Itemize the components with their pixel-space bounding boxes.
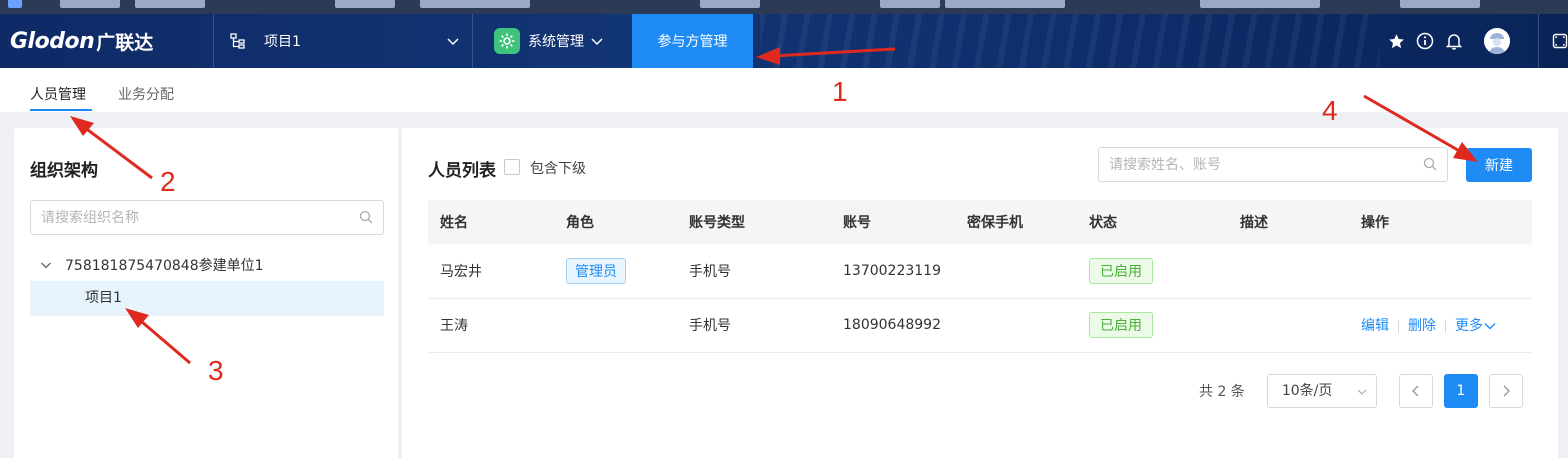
column-header: 状态 [1089, 215, 1117, 231]
table-row: 王涛 手机号 18090648992 已启用 编辑 删除 更多 [428, 298, 1532, 352]
cell-phone [955, 244, 1077, 298]
chevron-right-icon [1503, 385, 1510, 397]
op-divider [1445, 319, 1446, 333]
cell-account-type: 手机号 [689, 318, 731, 334]
chevron-left-icon [1411, 385, 1419, 397]
personnel-list-panel: 人员列表 包含下级 新建 姓名 角色 账号类型 账号 密保手机 状态 描述 操作 [402, 128, 1558, 458]
search-icon[interactable] [1423, 157, 1437, 171]
org-search-box [30, 200, 384, 235]
include-sub-checkbox[interactable] [504, 159, 520, 175]
nav-divider [213, 14, 214, 68]
cell-account: 18090648992 [843, 317, 941, 333]
delete-link[interactable]: 删除 [1408, 318, 1436, 334]
page-number-current[interactable]: 1 [1443, 374, 1478, 408]
column-header: 操作 [1361, 215, 1389, 231]
next-page-button[interactable] [1488, 374, 1523, 408]
tree-node-root[interactable]: 758181875470848参建单位1 [40, 255, 264, 275]
column-header: 账号类型 [689, 215, 745, 231]
tab-personnel-management[interactable]: 人员管理 [30, 84, 86, 104]
cell-name: 王涛 [440, 318, 468, 334]
annotation-number: 3 [208, 355, 224, 386]
tree-node-project[interactable]: 项目1 [30, 281, 384, 316]
pagination: 共 2 条 10条/页 1 [1199, 374, 1523, 408]
annotation-number: 2 [160, 166, 176, 197]
bell-icon[interactable] [1445, 32, 1463, 50]
cell-role: 管理员 [554, 244, 677, 298]
chevron-down-icon [1357, 389, 1367, 395]
info-icon[interactable] [1416, 32, 1434, 50]
cell-status: 已启用 [1077, 298, 1228, 352]
nav-icon-group [1387, 14, 1568, 68]
participant-management-tab[interactable]: 参与方管理 [632, 14, 753, 68]
cell-role [554, 298, 677, 352]
org-structure-panel: 组织架构 758181875470848参建单位1 项目1 [14, 128, 398, 458]
avatar[interactable] [1484, 28, 1510, 54]
system-management-label: 系统管理 [528, 34, 584, 50]
chevron-down-icon[interactable] [40, 259, 52, 271]
status-badge: 已启用 [1089, 257, 1153, 284]
project-selector-label: 项目1 [264, 34, 301, 50]
column-header: 账号 [843, 215, 871, 231]
chevron-down-icon [447, 38, 459, 46]
nav-divider [472, 14, 473, 68]
more-link[interactable]: 更多 [1455, 318, 1483, 334]
page-size-select[interactable]: 10条/页 [1266, 374, 1377, 408]
tree-node-root-label: 758181875470848参建单位1 [65, 258, 264, 274]
personnel-search-box [1098, 147, 1448, 182]
table-header-row: 姓名 角色 账号类型 账号 密保手机 状态 描述 操作 [428, 200, 1532, 244]
personnel-list-title: 人员列表 [428, 161, 496, 181]
status-badge: 已启用 [1089, 312, 1153, 338]
page-size-value: 10条/页 [1281, 383, 1333, 399]
cell-account-type: 手机号 [689, 263, 731, 280]
project-selector[interactable]: 项目1 [230, 14, 470, 68]
org-structure-title: 组织架构 [30, 161, 98, 181]
cell-description [1228, 244, 1349, 298]
star-icon[interactable] [1387, 32, 1405, 50]
prev-page-button[interactable] [1398, 374, 1433, 408]
annotation-number: 1 [832, 76, 848, 107]
cell-status: 已启用 [1077, 244, 1228, 298]
system-management-menu[interactable]: 系统管理 [494, 14, 630, 68]
table-row: 马宏井 管理员 手机号 13700223119 已启用 [428, 244, 1532, 298]
column-header: 角色 [566, 215, 594, 231]
cell-operations [1349, 244, 1532, 298]
top-navbar: Glodon 广联达 项目1 系统管理 参与方管理 [0, 14, 1568, 68]
cell-name: 马宏井 [440, 263, 482, 280]
browser-bookmark-strip [0, 0, 1568, 14]
active-tab-indicator [30, 109, 92, 111]
personnel-table: 姓名 角色 账号类型 账号 密保手机 状态 描述 操作 马宏井 管理员 手机号 … [428, 200, 1532, 353]
cell-phone [955, 298, 1077, 352]
total-count: 共 2 条 [1199, 384, 1245, 400]
column-header: 描述 [1240, 215, 1268, 231]
column-header: 密保手机 [967, 215, 1023, 231]
role-tag: 管理员 [566, 257, 626, 284]
tab-business-assignment[interactable]: 业务分配 [118, 84, 174, 104]
annotation-number: 4 [1322, 95, 1338, 126]
org-search-input[interactable] [31, 201, 383, 234]
new-button[interactable]: 新建 [1466, 148, 1532, 182]
cell-description [1228, 298, 1349, 352]
cell-account: 13700223119 [843, 262, 941, 279]
brand-logo[interactable]: Glodon 广联达 [10, 27, 153, 55]
gear-icon [494, 28, 520, 54]
cell-operations: 编辑 删除 更多 [1349, 298, 1532, 352]
include-sub-label[interactable]: 包含下级 [530, 158, 586, 178]
personnel-search-input[interactable] [1099, 148, 1447, 181]
logo-cn: 广联达 [96, 31, 154, 54]
search-icon[interactable] [359, 210, 373, 224]
edit-link[interactable]: 编辑 [1361, 318, 1389, 334]
chevron-down-icon[interactable] [1484, 321, 1496, 331]
fullscreen-button[interactable] [1538, 14, 1568, 68]
chevron-down-icon [591, 38, 603, 46]
column-header: 姓名 [440, 215, 468, 231]
fullscreen-icon [1552, 33, 1568, 49]
org-tree-icon [230, 33, 245, 49]
op-divider [1398, 319, 1399, 333]
logo-en: Glodon [10, 28, 95, 54]
